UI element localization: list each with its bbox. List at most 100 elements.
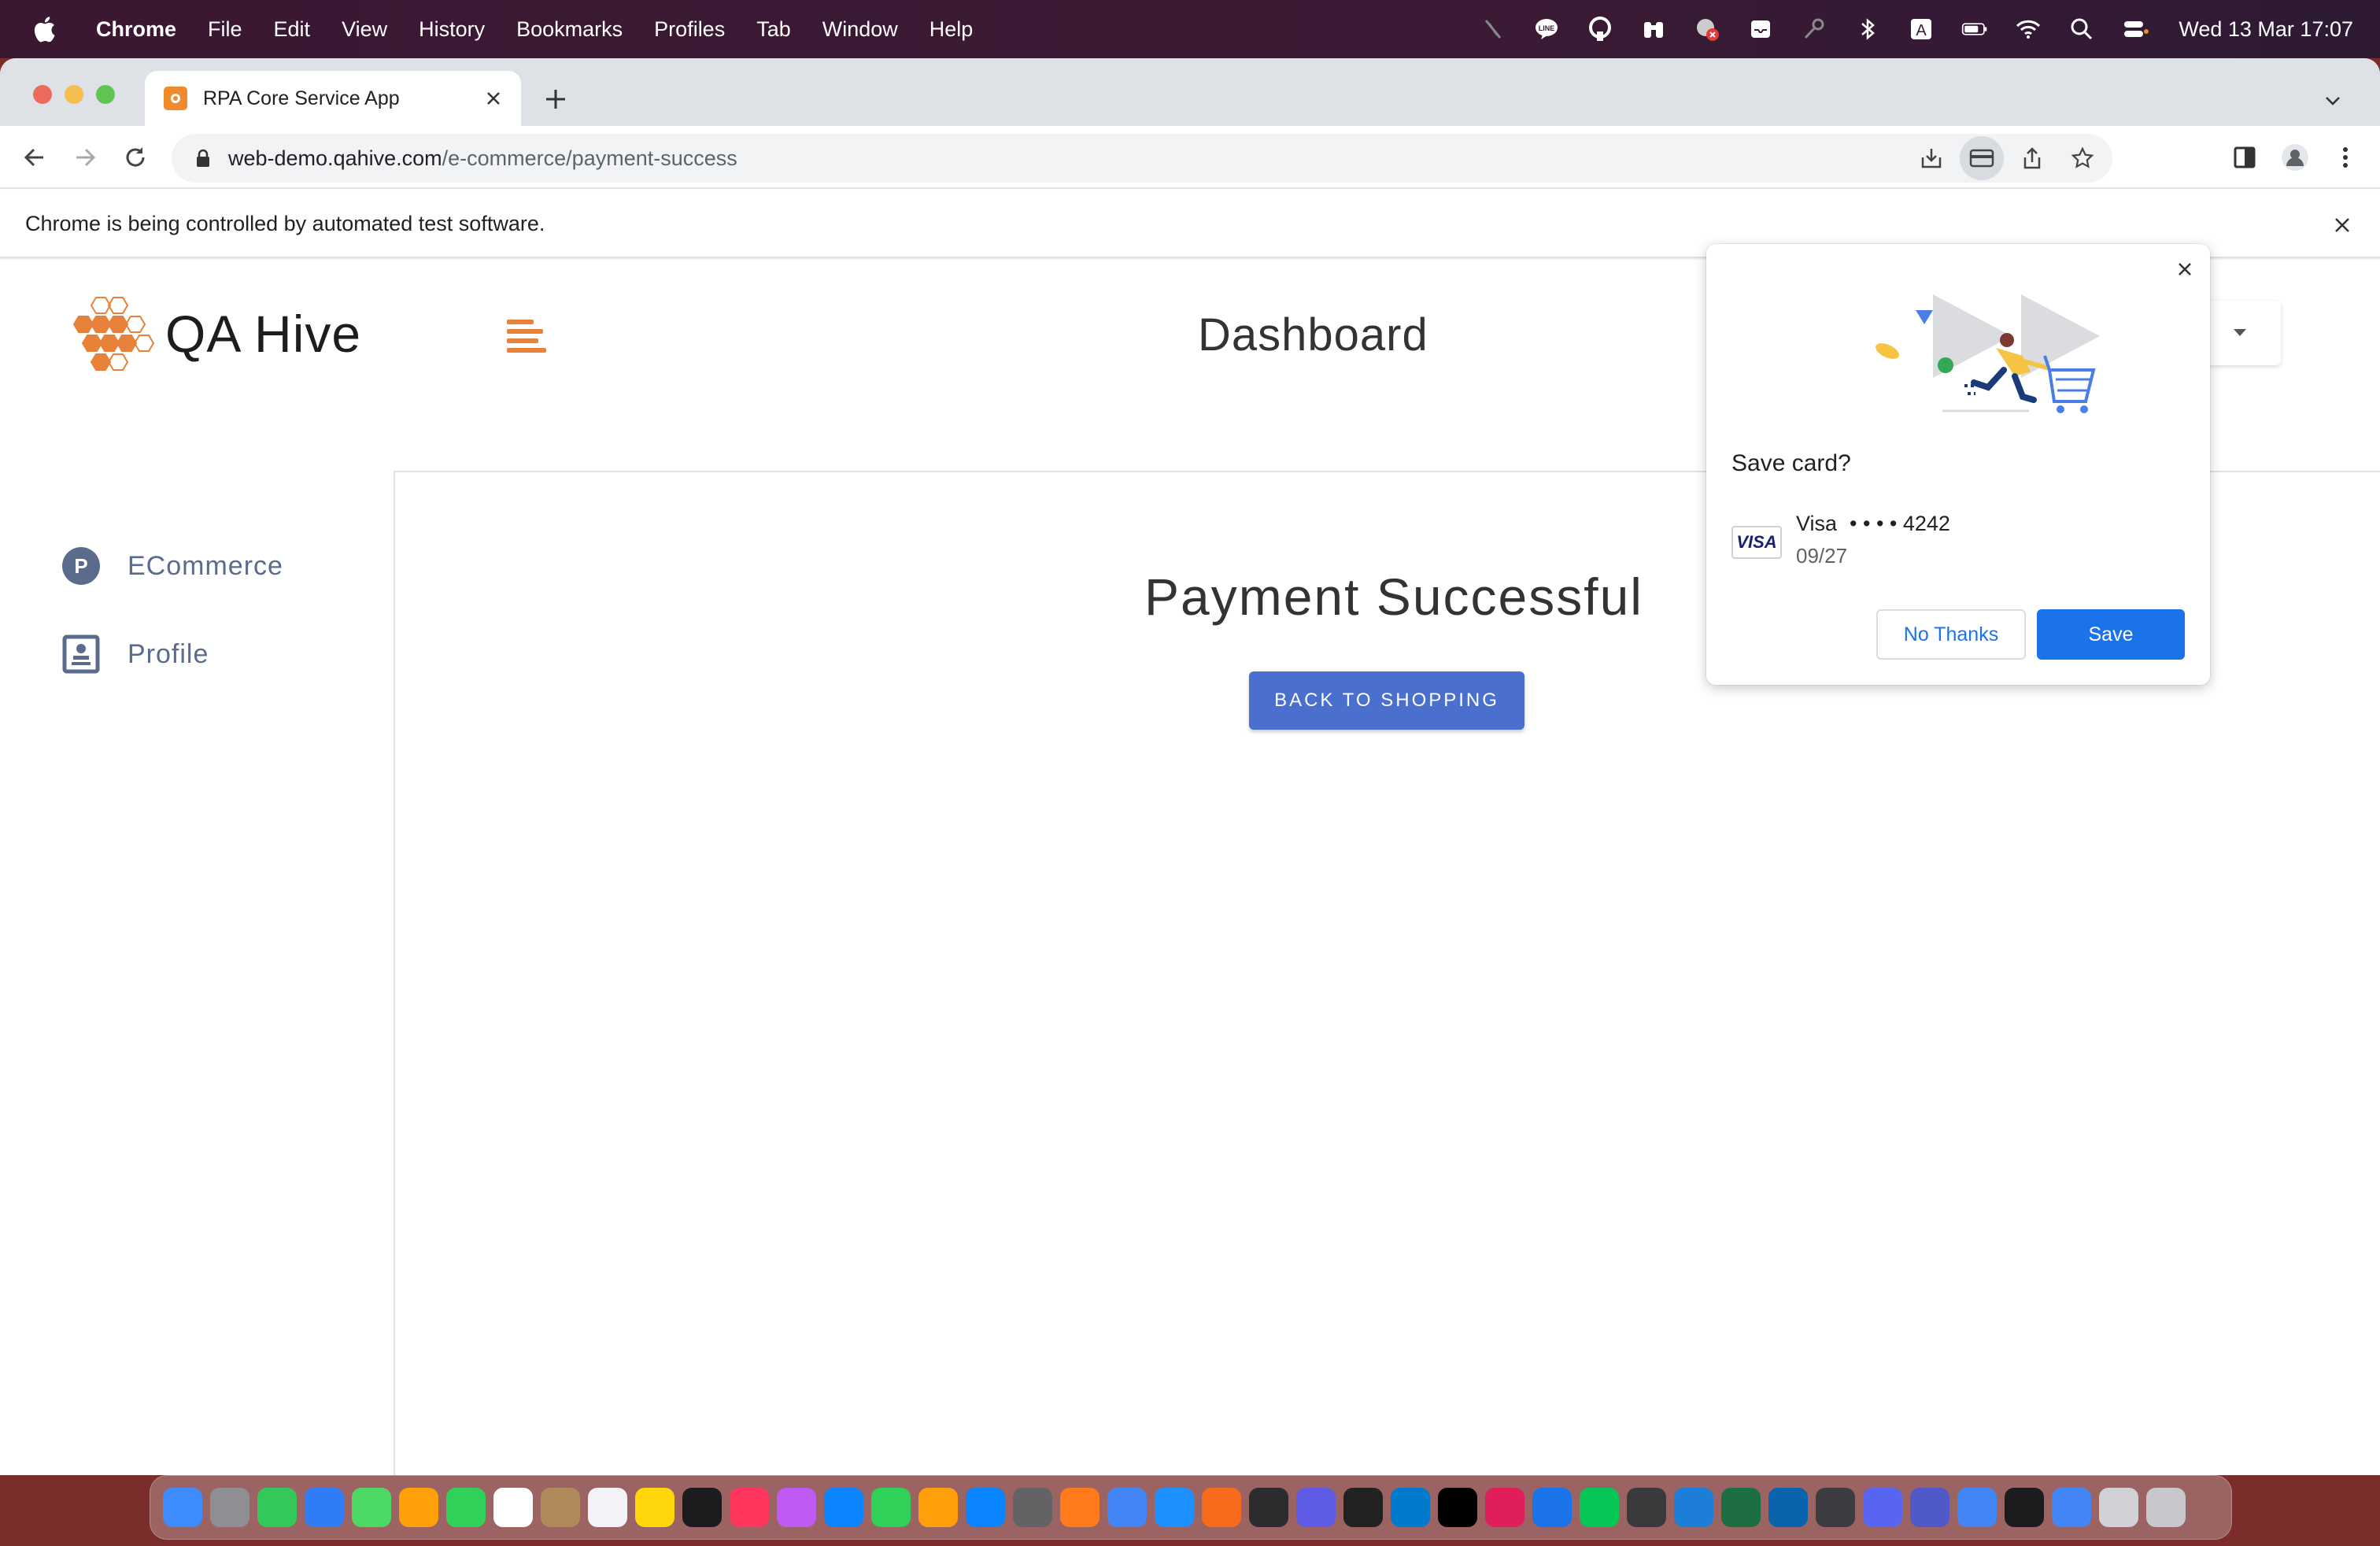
dock-pages-icon[interactable] — [918, 1488, 958, 1527]
dock-mail-icon[interactable] — [305, 1488, 344, 1527]
dock-terminal-icon[interactable] — [2005, 1488, 2044, 1527]
key-icon[interactable] — [1799, 14, 1829, 44]
dock-system-settings-icon[interactable] — [1013, 1488, 1052, 1527]
tab-search-chevron-icon[interactable] — [2317, 85, 2349, 117]
menu-tab[interactable]: Tab — [756, 17, 791, 42]
save-card-dialog: Save card? VISA Visa • • • • 4242 09/27 N… — [1706, 244, 2210, 685]
infobar-message: Chrome is being controlled by automated … — [25, 212, 545, 235]
save-card-button[interactable]: Save — [2037, 609, 2185, 660]
no-thanks-button[interactable]: No Thanks — [1876, 609, 2026, 660]
dock-finder-icon[interactable] — [163, 1488, 202, 1527]
bookmark-star-icon[interactable] — [2060, 136, 2105, 180]
profile-avatar-icon[interactable] — [2276, 139, 2314, 176]
reload-icon[interactable] — [116, 139, 154, 176]
menu-view[interactable]: View — [342, 17, 387, 42]
dock-ubuntu-icon[interactable] — [1816, 1488, 1855, 1527]
side-panel-icon[interactable] — [2226, 139, 2264, 176]
dock-chrome-x-icon[interactable] — [1957, 1488, 1997, 1527]
dock-notes-icon[interactable] — [635, 1488, 674, 1527]
github-icon[interactable] — [1585, 14, 1615, 44]
dock-chrome-icon[interactable] — [1107, 1488, 1147, 1527]
zoom-window-button[interactable] — [96, 85, 115, 104]
dock-safari-icon[interactable] — [1155, 1488, 1194, 1527]
save-card-credit-card-icon[interactable] — [1960, 136, 2004, 180]
inbox-icon[interactable] — [1746, 14, 1776, 44]
apple-menu-icon[interactable] — [28, 16, 60, 43]
dock-photos-icon[interactable] — [399, 1488, 438, 1527]
menu-help[interactable]: Help — [929, 17, 974, 42]
sidebar-item-profile[interactable]: Profile — [61, 634, 209, 674]
menu-bookmarks[interactable]: Bookmarks — [516, 17, 623, 42]
dock-vpn-icon[interactable] — [1249, 1488, 1288, 1527]
dock-discord-icon[interactable] — [1863, 1488, 1902, 1527]
dock-calendar-icon[interactable] — [493, 1488, 533, 1527]
dialog-close-icon[interactable] — [2171, 255, 2199, 283]
input-source-icon[interactable]: A — [1906, 14, 1936, 44]
dock-xcode-icon[interactable] — [1674, 1488, 1713, 1527]
back-arrow-icon[interactable] — [16, 139, 54, 176]
menu-edit[interactable]: Edit — [274, 17, 311, 42]
sync-error-icon[interactable] — [1692, 14, 1722, 44]
bluetooth-icon[interactable] — [1853, 14, 1883, 44]
dock-downloads-icon[interactable] — [2099, 1488, 2138, 1527]
profile-card-icon — [61, 634, 101, 674]
lock-icon[interactable] — [190, 149, 216, 168]
dock-chrome-2-icon[interactable] — [2052, 1488, 2091, 1527]
menu-app-name[interactable]: Chrome — [96, 17, 176, 42]
sidebar-item-ecommerce[interactable]: P ECommerce — [61, 546, 283, 586]
dock-app-store-icon[interactable] — [966, 1488, 1005, 1527]
macos-menu-bar: Chrome File Edit View History Bookmarks … — [0, 0, 2380, 58]
tab-close-icon[interactable] — [480, 85, 507, 112]
infobar-close-icon[interactable] — [2325, 208, 2360, 242]
dock-quicktime-icon[interactable] — [1627, 1488, 1666, 1527]
menu-profiles[interactable]: Profiles — [654, 17, 725, 42]
dock-messages-icon[interactable] — [257, 1488, 297, 1527]
dock-slack-icon[interactable] — [1485, 1488, 1524, 1527]
menu-bar-clock[interactable]: Wed 13 Mar 17:07 — [2179, 17, 2353, 42]
dock-reminders-icon[interactable] — [588, 1488, 627, 1527]
menu-history[interactable]: History — [419, 17, 485, 42]
dock-vscode-icon[interactable] — [1391, 1488, 1430, 1527]
share-icon[interactable] — [2010, 136, 2054, 180]
dock-keynote-icon[interactable] — [824, 1488, 863, 1527]
back-to-shopping-button[interactable]: BACK TO SHOPPING — [1249, 671, 1524, 730]
control-center-icon[interactable] — [2120, 14, 2150, 44]
dock-facetime-icon[interactable] — [446, 1488, 486, 1527]
chrome-menu-icon[interactable] — [2326, 139, 2364, 176]
battery-icon[interactable] — [1960, 14, 1990, 44]
dock-maps-icon[interactable] — [352, 1488, 391, 1527]
minimize-window-button[interactable] — [65, 85, 83, 104]
forward-arrow-icon[interactable] — [66, 139, 104, 176]
menu-window[interactable]: Window — [822, 17, 898, 42]
dock-sketch-icon[interactable] — [1202, 1488, 1241, 1527]
dock-prism-icon[interactable] — [1296, 1488, 1336, 1527]
dock-numbers-icon[interactable] — [871, 1488, 911, 1527]
close-window-button[interactable] — [33, 85, 52, 104]
dock-location-icon[interactable] — [1532, 1488, 1572, 1527]
dock-launchpad-icon[interactable] — [210, 1488, 249, 1527]
hamburger-menu-icon[interactable] — [507, 316, 548, 357]
dock-excel-icon[interactable] — [1721, 1488, 1761, 1527]
dock-teams-icon[interactable] — [1910, 1488, 1949, 1527]
dock-preview-icon[interactable] — [1343, 1488, 1383, 1527]
dock-outlook-icon[interactable] — [1768, 1488, 1808, 1527]
install-app-icon[interactable] — [1909, 136, 1953, 180]
binoculars-icon[interactable] — [1639, 14, 1669, 44]
dock-apple-tv-icon[interactable] — [682, 1488, 722, 1527]
spotlight-search-icon[interactable] — [2067, 14, 2097, 44]
address-bar[interactable]: web-demo.qahive.com/e-commerce/payment-s… — [172, 134, 2112, 183]
qa-hive-logo[interactable]: QA Hive — [72, 294, 361, 373]
browser-tab[interactable]: RPA Core Service App — [145, 71, 521, 126]
dock-podcasts-icon[interactable] — [777, 1488, 816, 1527]
dock-line-icon[interactable] — [1580, 1488, 1619, 1527]
menu-file[interactable]: File — [208, 17, 242, 42]
wifi-icon[interactable] — [2013, 14, 2043, 44]
dock-trash-icon[interactable] — [2146, 1488, 2186, 1527]
dock-music-icon[interactable] — [730, 1488, 769, 1527]
new-tab-icon[interactable] — [540, 83, 571, 115]
dock-intellij-icon[interactable] — [1438, 1488, 1477, 1527]
dock-firefox-icon[interactable] — [1060, 1488, 1099, 1527]
dock-contacts-icon[interactable] — [541, 1488, 580, 1527]
mute-icon[interactable] — [1478, 14, 1508, 44]
line-app-icon[interactable]: LINE — [1532, 14, 1561, 44]
